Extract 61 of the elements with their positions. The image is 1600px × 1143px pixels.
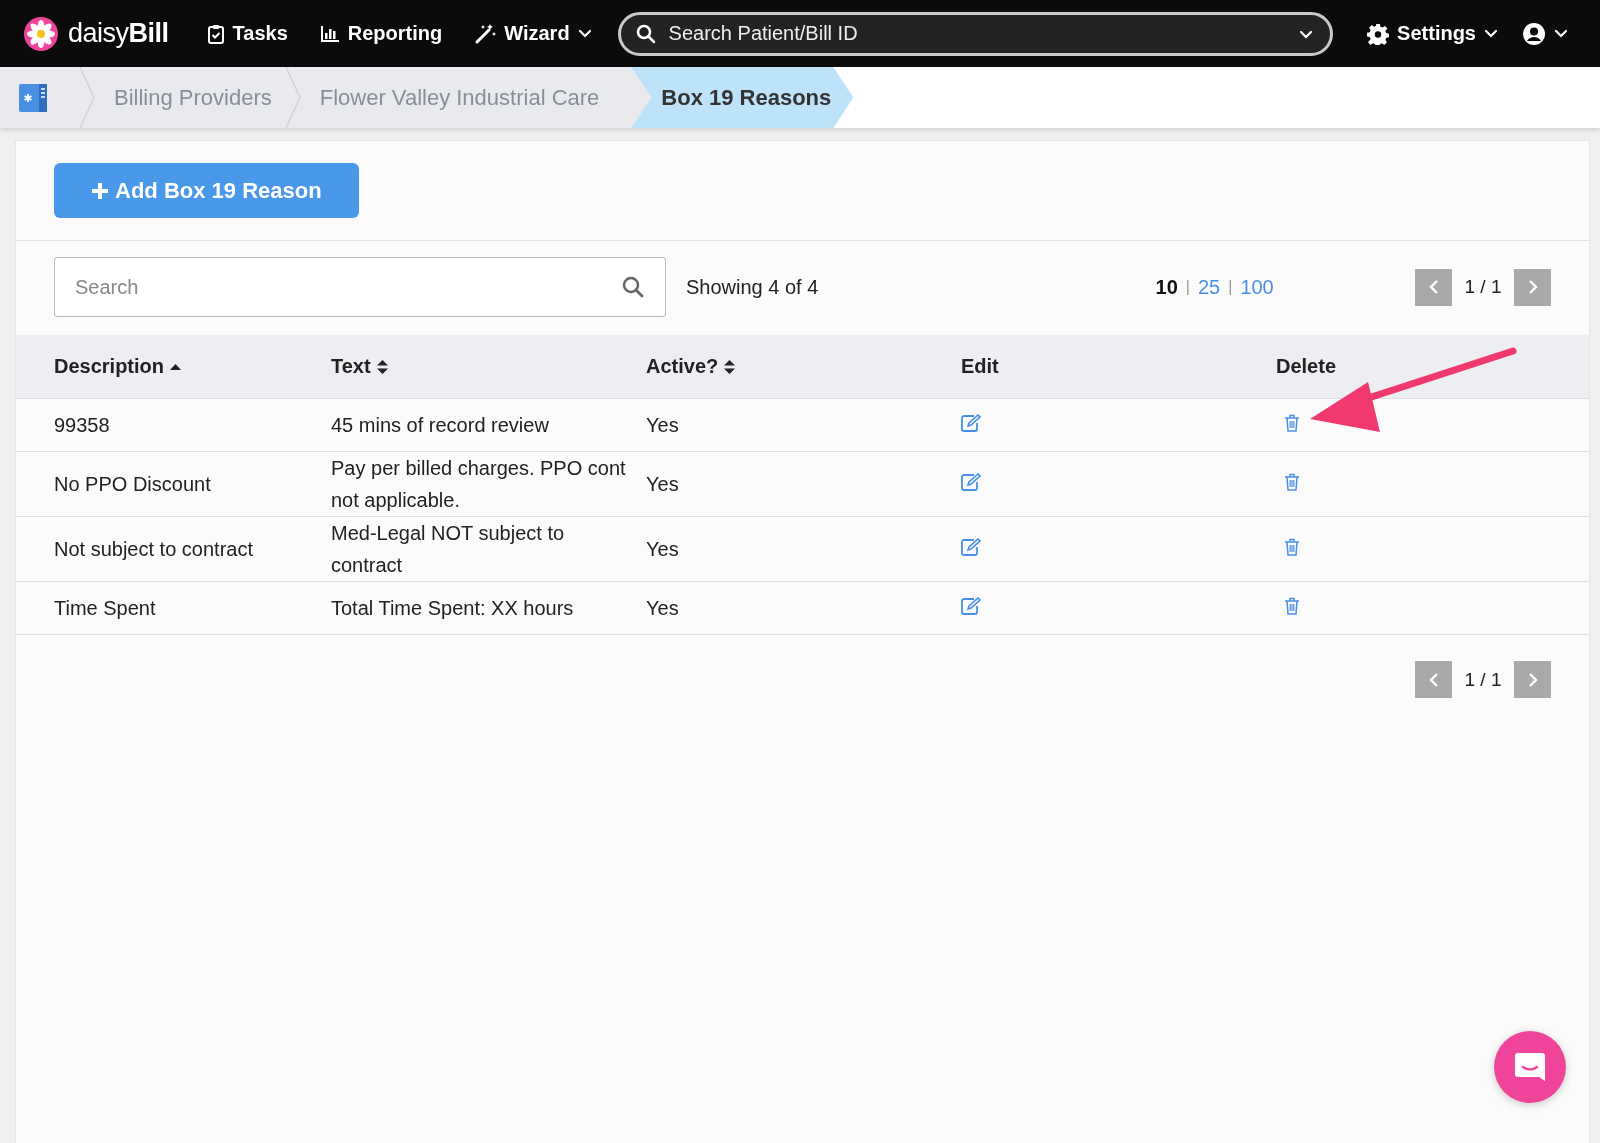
nav-menu-item[interactable]: Wizard bbox=[458, 22, 608, 45]
chevron-right-icon bbox=[1527, 671, 1538, 688]
table-cell-text: Yes bbox=[646, 537, 679, 562]
table-cell-text: Total Time Spent: XX hours bbox=[331, 596, 574, 621]
patient-search-field[interactable]: Search Patient/Bill ID bbox=[617, 11, 1334, 56]
table-cell-text: Yes bbox=[646, 413, 679, 438]
trash-icon[interactable] bbox=[1284, 538, 1300, 556]
edit-icon[interactable] bbox=[961, 538, 981, 556]
table-cell-text: Yes bbox=[646, 472, 679, 497]
bar-chart-icon bbox=[319, 24, 340, 43]
trash-icon[interactable] bbox=[1284, 597, 1300, 615]
trash-icon[interactable] bbox=[1284, 473, 1300, 491]
chevron-left-icon bbox=[1428, 279, 1439, 295]
edit-icon[interactable] bbox=[961, 473, 981, 491]
page-indicator: 1 / 1 bbox=[1463, 668, 1503, 691]
caret-icon bbox=[1554, 29, 1568, 38]
settings-icon bbox=[1367, 22, 1390, 45]
next-page-button[interactable] bbox=[1514, 268, 1551, 306]
nav-menu-item[interactable]: Tasks bbox=[190, 22, 304, 45]
page-size-link[interactable]: 10 bbox=[1155, 275, 1178, 299]
settings-menu[interactable]: Settings bbox=[1351, 22, 1514, 45]
search-icon bbox=[635, 23, 656, 44]
previous-page-button[interactable] bbox=[1415, 661, 1452, 698]
column-header[interactable]: Active? bbox=[646, 355, 719, 378]
chevron-right-icon bbox=[1527, 279, 1538, 295]
table-cell-text: Med-Legal NOT subject to contract bbox=[331, 521, 566, 578]
brand-logo-text[interactable]: daisyBill bbox=[68, 18, 169, 49]
daisy-logo-icon bbox=[24, 16, 58, 51]
caret-icon[interactable] bbox=[1299, 29, 1314, 39]
divider-text: | bbox=[1228, 278, 1233, 296]
table-cell-text: Not subject to contract bbox=[54, 537, 253, 562]
table-cell-text: Time Spent bbox=[54, 596, 156, 621]
column-header: Edit bbox=[961, 355, 999, 378]
user-avatar-icon bbox=[1522, 21, 1546, 46]
chevron-left-icon bbox=[1428, 671, 1439, 688]
next-page-button[interactable] bbox=[1514, 661, 1551, 698]
search-field[interactable]: Search bbox=[54, 257, 666, 317]
plus-icon bbox=[91, 181, 109, 200]
nav-menu-item[interactable]: Reporting bbox=[303, 22, 459, 45]
result-count: Showing 4 of 4 bbox=[686, 275, 820, 299]
table-cell-text: No PPO Discount bbox=[54, 472, 211, 497]
edit-icon[interactable] bbox=[961, 597, 981, 615]
page-indicator: 1 / 1 bbox=[1463, 276, 1503, 298]
magic-wand-icon bbox=[474, 22, 497, 45]
clipboard-check-icon bbox=[206, 23, 225, 44]
previous-page-button[interactable] bbox=[1415, 268, 1452, 306]
divider-text: | bbox=[1185, 278, 1190, 296]
table-cell-text: 99358 bbox=[54, 413, 110, 438]
table-cell-text: Yes bbox=[646, 596, 679, 621]
column-header: Delete bbox=[1276, 355, 1337, 378]
trash-icon[interactable] bbox=[1284, 414, 1300, 432]
search-icon bbox=[622, 276, 644, 298]
chat-icon bbox=[1513, 1050, 1547, 1084]
breadcrumb-link[interactable]: Box 19 Reasons bbox=[631, 67, 854, 128]
edit-icon[interactable] bbox=[961, 414, 981, 432]
table-cell-text: Pay per billed charges. PPO cont not applicable. bbox=[331, 456, 627, 513]
home-card-icon[interactable] bbox=[18, 82, 48, 113]
table-cell-text: 45 mins of record review bbox=[331, 413, 549, 438]
column-header[interactable]: Description bbox=[54, 355, 165, 378]
chat-button[interactable] bbox=[1494, 1031, 1566, 1103]
column-header[interactable]: Text bbox=[331, 355, 371, 378]
